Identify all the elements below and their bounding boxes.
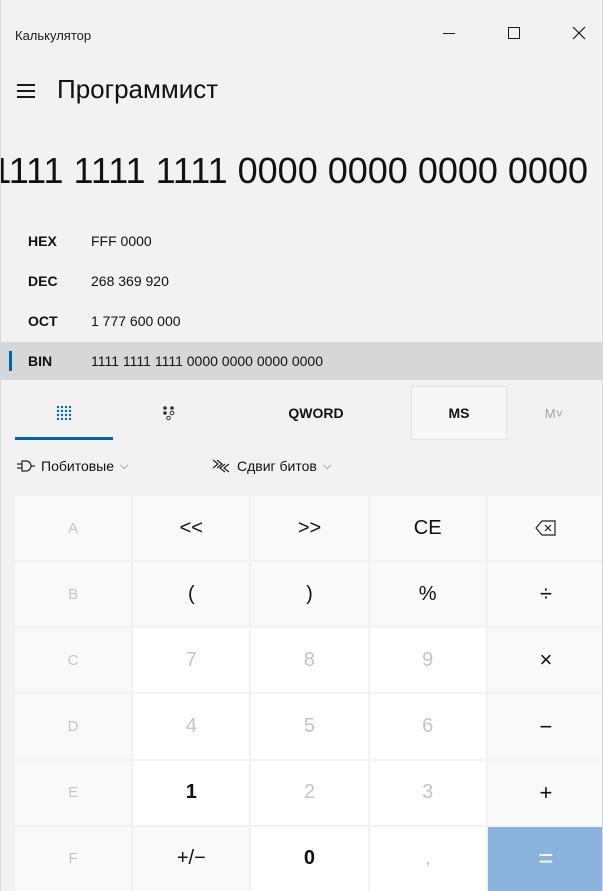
key-3[interactable]: 3 xyxy=(369,760,486,825)
memory-store-button[interactable]: MS xyxy=(411,386,507,440)
key-right-shift[interactable]: >> xyxy=(251,496,368,561)
bitwise-toolbar: Побитовые ⌵ Сдвиг битов ⌵ xyxy=(1,450,602,490)
key-add[interactable]: + xyxy=(487,760,602,825)
key-left-shift[interactable]: << xyxy=(133,496,250,561)
radix-value: FFF 0000 xyxy=(91,233,152,249)
key-decimal[interactable]: , xyxy=(369,826,486,891)
minimize-icon xyxy=(443,32,455,34)
memory-list-button[interactable]: M˅ xyxy=(509,386,599,440)
key-clear-entry[interactable]: CE xyxy=(369,496,486,561)
key-2[interactable]: 2 xyxy=(251,760,368,825)
menu-icon[interactable] xyxy=(17,80,39,102)
key-4[interactable]: 4 xyxy=(133,694,250,759)
key-subtract[interactable]: − xyxy=(487,694,602,759)
display-value: 1111 1111 1111 0000 0000 0000 0000 xyxy=(0,150,588,191)
key-multiply[interactable]: × xyxy=(487,628,602,693)
key-hex-c[interactable]: C xyxy=(15,628,132,693)
mode-title: Программист xyxy=(57,74,219,104)
mode-header: Программист xyxy=(1,70,602,114)
key-negate[interactable]: +/− xyxy=(133,826,250,891)
tab-bit-toggling-keypad[interactable] xyxy=(117,386,221,440)
radix-value: 268 369 920 xyxy=(91,273,169,289)
radix-row-oct[interactable]: OCT 1 777 600 000 xyxy=(1,302,602,340)
radix-row-bin[interactable]: BIN 1111 1111 1111 0000 0000 0000 0000 xyxy=(1,342,602,380)
radix-label: DEC xyxy=(28,273,58,289)
maximize-icon xyxy=(508,27,520,39)
key-hex-a[interactable]: A xyxy=(15,496,132,561)
title-bar: Калькулятор xyxy=(1,0,602,62)
key-8[interactable]: 8 xyxy=(251,628,368,693)
bit-shift-icon xyxy=(212,459,230,473)
key-hex-d[interactable]: D xyxy=(15,694,132,759)
app-title: Калькулятор xyxy=(15,28,92,43)
key-open-paren[interactable]: ( xyxy=(133,562,250,627)
key-hex-f[interactable]: F xyxy=(15,826,132,891)
backspace-icon xyxy=(535,520,556,536)
bitwise-dropdown[interactable]: Побитовые ⌵ xyxy=(17,458,128,474)
logic-gate-icon xyxy=(17,460,35,472)
keypad-grid-icon xyxy=(56,405,72,421)
minimize-button[interactable] xyxy=(429,18,469,48)
keypad-tabs: QWORD MS M˅ xyxy=(1,386,602,440)
key-hex-b[interactable]: B xyxy=(15,562,132,627)
close-icon xyxy=(572,26,586,40)
bitwise-label: Побитовые xyxy=(41,458,115,474)
key-6[interactable]: 6 xyxy=(369,694,486,759)
bitshift-dropdown[interactable]: Сдвиг битов ⌵ xyxy=(211,458,331,474)
radix-value: 1 777 600 000 xyxy=(91,313,181,329)
key-0[interactable]: 0 xyxy=(251,826,368,891)
radix-label: BIN xyxy=(28,353,53,369)
key-7[interactable]: 7 xyxy=(133,628,250,693)
calculator-window: Калькулятор Программист 1111 1111 1111 0… xyxy=(0,0,603,891)
radix-label: HEX xyxy=(28,233,57,249)
radix-row-dec[interactable]: DEC 268 369 920 xyxy=(1,262,602,300)
tab-full-keypad[interactable] xyxy=(15,386,113,440)
key-5[interactable]: 5 xyxy=(251,694,368,759)
chevron-down-icon: ⌵ xyxy=(120,459,129,472)
key-9[interactable]: 9 xyxy=(369,628,486,693)
close-button[interactable] xyxy=(559,18,599,48)
selection-marker xyxy=(9,351,12,371)
key-close-paren[interactable]: ) xyxy=(251,562,368,627)
key-divide[interactable]: ÷ xyxy=(487,562,602,627)
radix-row-hex[interactable]: HEX FFF 0000 xyxy=(1,222,602,260)
key-equals[interactable]: = xyxy=(487,826,602,891)
bitshift-label: Сдвиг битов xyxy=(237,458,317,474)
word-size-button[interactable]: QWORD xyxy=(231,386,401,440)
bit-toggle-icon xyxy=(163,406,175,421)
backspace-button[interactable] xyxy=(487,496,602,561)
key-1[interactable]: 1 xyxy=(133,760,250,825)
radix-value: 1111 1111 1111 0000 0000 0000 0000 xyxy=(91,353,323,369)
maximize-button[interactable] xyxy=(494,18,534,48)
key-percent[interactable]: % xyxy=(369,562,486,627)
keypad: A << >> CE B ( ) % ÷ C 7 8 9 × D 4 5 6 −… xyxy=(15,496,602,891)
chevron-down-icon: ⌵ xyxy=(322,459,332,472)
key-hex-e[interactable]: E xyxy=(15,760,132,825)
radix-label: OCT xyxy=(28,313,58,329)
